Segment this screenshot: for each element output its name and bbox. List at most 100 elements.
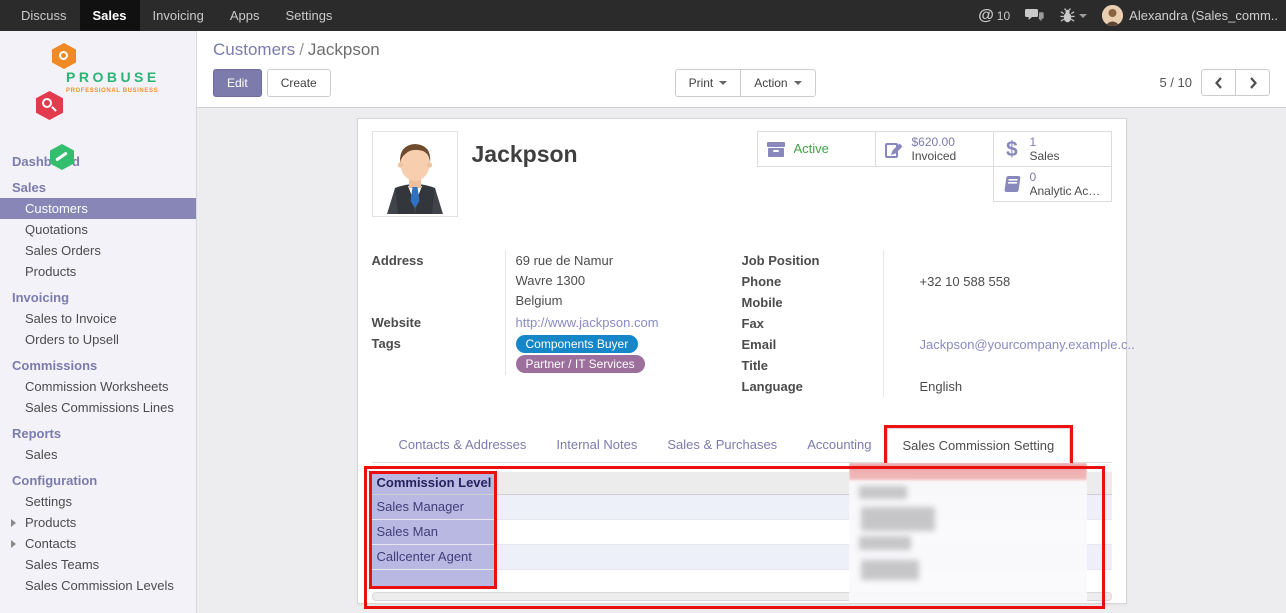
redaction-blob [859,536,911,550]
breadcrumb-customers-link[interactable]: Customers [213,40,295,59]
sales-count: 1 [1030,135,1060,149]
column-header-commission-level[interactable]: Commission Level [372,472,494,494]
address-value: 69 rue de Namur Wavre 1300 Belgium [505,250,742,312]
sidebar-section-invoicing[interactable]: Invoicing [0,287,196,308]
chevron-down-icon [794,81,802,85]
sales-label: Sales [1030,149,1060,163]
expand-arrow-icon [11,540,16,548]
redaction-blob [861,507,935,531]
chevron-down-icon [1079,14,1087,18]
menu-settings[interactable]: Settings [272,0,345,31]
menu-discuss[interactable]: Discuss [8,0,80,31]
form-view-area: Jackpson [197,108,1286,613]
address-street: 69 rue de Namur [516,251,742,271]
book-icon [1001,173,1023,195]
tag-components-buyer: Components Buyer [516,335,639,353]
sidebar-menu: Dashboard Sales Customers Quotations Sal… [0,151,196,596]
edit-button[interactable]: Edit [213,69,262,97]
address-country: Belgium [516,291,742,311]
sidebar-item-quotations[interactable]: Quotations [0,219,196,240]
invoiced-stat-button[interactable]: $620.00 Invoiced [875,131,994,167]
sidebar-section-dashboard[interactable]: Dashboard [0,151,196,172]
sidebar-section-commissions[interactable]: Commissions [0,355,196,376]
menu-invoicing[interactable]: Invoicing [140,0,217,31]
pager-previous-button[interactable] [1201,69,1236,96]
logo-title: PROBUSE [66,69,160,85]
print-label: Print [689,76,714,90]
sidebar-item-sales-to-invoice[interactable]: Sales to Invoice [0,308,196,329]
website-label: Website [372,312,505,333]
language-value: English [883,376,1135,397]
analytic-count: 0 [1030,170,1104,184]
logo-subtitle: PROFESSIONAL BUSINESS [66,88,160,94]
sales-stat-button[interactable]: $ 1 Sales [993,131,1112,167]
job-position-value [883,250,1135,271]
messages-button[interactable] [1025,8,1044,23]
menu-sales[interactable]: Sales [80,0,140,31]
sidebar-item-sales-orders[interactable]: Sales Orders [0,240,196,261]
mention-count: 10 [997,9,1010,23]
breadcrumb-current: Jackpson [308,40,380,59]
tab-contacts-addresses[interactable]: Contacts & Addresses [384,428,542,462]
email-label: Email [742,334,883,355]
invoiced-label: Invoiced [912,149,957,163]
mentions-counter[interactable]: @ 10 [978,7,1010,25]
sidebar-section-reports[interactable]: Reports [0,423,196,444]
logo-hexagon-gear-icon [52,43,76,69]
commission-table-region: Commission Level Sales Manager Sales Man [372,472,1112,601]
sidebar-item-config-products[interactable]: Products [0,512,196,533]
pager-next-button[interactable] [1235,69,1270,96]
sidebar-item-sales-teams[interactable]: Sales Teams [0,554,196,575]
redaction-blob [859,486,907,499]
chevron-down-icon [719,81,727,85]
sidebar-item-orders-to-upsell[interactable]: Orders to Upsell [0,329,196,350]
title-label: Title [742,355,883,376]
sidebar-section-sales[interactable]: Sales [0,177,196,198]
tags-value: Components Buyer Partner / IT Services [505,333,742,375]
sidebar: PROBUSE PROFESSIONAL BUSINESS Dashboard … [0,31,197,613]
mobile-label: Mobile [742,292,883,313]
sidebar-item-commission-worksheets[interactable]: Commission Worksheets [0,376,196,397]
sidebar-item-products[interactable]: Products [0,261,196,282]
sidebar-section-configuration[interactable]: Configuration [0,470,196,491]
pager-value[interactable]: 5 / 10 [1159,75,1192,90]
user-menu[interactable]: Alexandra (Sales_comm.. [1102,5,1278,26]
email-link[interactable]: Jackpson@yourcompany.example.c.. [920,337,1135,352]
print-button[interactable]: Print [675,69,742,97]
title-value [883,355,1135,376]
menu-apps[interactable]: Apps [217,0,273,31]
left-field-group: Address 69 rue de Namur Wavre 1300 Belgi… [372,250,742,397]
tab-internal-notes[interactable]: Internal Notes [541,428,652,462]
redacted-region [849,463,1087,603]
archive-icon [765,138,787,160]
sidebar-item-sales-commissions-lines[interactable]: Sales Commissions Lines [0,397,196,418]
address-city: Wavre 1300 [516,271,742,291]
commission-level-cell: Sales Man [372,519,494,544]
expand-arrow-icon [11,519,16,527]
at-icon: @ [978,7,994,25]
sidebar-item-sales-report[interactable]: Sales [0,444,196,465]
tab-sales-commission-setting[interactable]: Sales Commission Setting [887,428,1071,463]
create-button[interactable]: Create [267,69,331,97]
action-button[interactable]: Action [740,69,815,97]
pager: 5 / 10 [1159,69,1270,96]
breadcrumb-separator: / [299,40,304,59]
user-name: Alexandra (Sales_comm.. [1129,8,1278,23]
sidebar-item-sales-commission-levels[interactable]: Sales Commission Levels [0,575,196,596]
tab-accounting[interactable]: Accounting [792,428,886,462]
commission-level-cell: Sales Manager [372,494,494,519]
debug-menu[interactable] [1059,7,1087,24]
website-link[interactable]: http://www.jackpson.com [516,315,659,330]
sidebar-item-label: Products [25,515,76,530]
sidebar-item-customers[interactable]: Customers [0,198,196,219]
dollar-icon: $ [1001,138,1023,160]
phone-value: +32 10 588 558 [883,271,1135,292]
analytic-accounts-stat-button[interactable]: 0 Analytic Acco... [993,166,1112,202]
sidebar-item-config-contacts[interactable]: Contacts [0,533,196,554]
active-stat-button[interactable]: Active [757,131,876,167]
fax-value [883,313,1135,334]
sidebar-item-settings[interactable]: Settings [0,491,196,512]
language-label: Language [742,376,883,397]
redaction-blob [861,560,919,580]
tab-sales-purchases[interactable]: Sales & Purchases [652,428,792,462]
